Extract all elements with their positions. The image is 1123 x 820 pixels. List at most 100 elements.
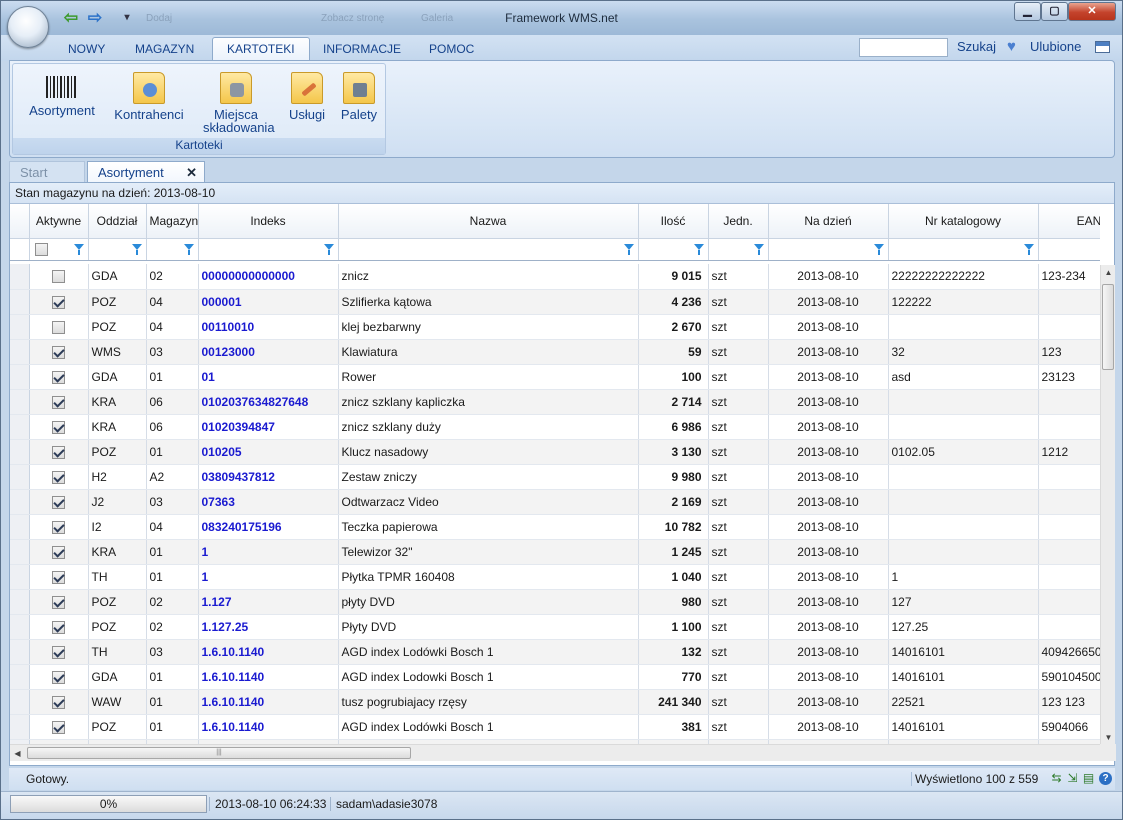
asortyment-button[interactable]: Asortyment [23, 68, 101, 117]
cell-aktywne[interactable] [29, 714, 89, 740]
tab-start[interactable]: Start [9, 161, 85, 182]
filter-nazwa[interactable] [338, 238, 639, 261]
active-checkbox[interactable] [52, 295, 65, 309]
application-menu-button[interactable] [7, 6, 49, 48]
column-header-nazwa[interactable]: Nazwa [338, 204, 639, 239]
active-checkbox[interactable] [52, 320, 65, 334]
tab-nowy[interactable]: NOWY [68, 42, 105, 56]
filter-na-dzien[interactable] [768, 238, 889, 261]
active-checkbox[interactable] [52, 345, 65, 359]
row-selector[interactable] [10, 339, 30, 365]
active-checkbox[interactable] [52, 520, 65, 534]
table-row[interactable]: POZ 01 1.6.10.1140 AGD index Lodówki Bosch … [10, 714, 1100, 740]
filter-checkbox[interactable] [34, 243, 48, 257]
active-checkbox[interactable] [52, 370, 65, 384]
cell-aktywne[interactable] [29, 364, 89, 390]
table-row[interactable]: TH 03 1.6.10.1140 AGD index Lodówki Bosch 1… [10, 639, 1100, 665]
tab-pomoc[interactable]: POMOC [429, 42, 474, 56]
row-selector[interactable] [10, 264, 30, 290]
cell-aktywne[interactable] [29, 514, 89, 540]
column-header-magazyn[interactable]: Magazyn [146, 204, 199, 239]
help-icon[interactable]: ? [1099, 772, 1112, 785]
cell-aktywne[interactable] [29, 264, 89, 290]
maximize-button[interactable]: ▢ [1041, 2, 1068, 21]
filter-icon[interactable] [131, 243, 142, 255]
horizontal-scroll-thumb[interactable]: ||| [27, 747, 411, 759]
cell-aktywne[interactable] [29, 689, 89, 715]
table-row[interactable]: POZ 04 00110010 klej bezbarwny 2 670 szt 2013-… [10, 314, 1100, 340]
column-header-ilosc[interactable]: Ilość [638, 204, 709, 239]
table-row[interactable]: H2 A2 03809437812 Zestaw zniczy 9 980 szt 2013… [10, 464, 1100, 490]
row-selector[interactable] [10, 489, 30, 515]
horizontal-scrollbar[interactable]: ◀ ||| [10, 744, 1100, 761]
vertical-scroll-thumb[interactable] [1102, 284, 1114, 370]
filter-icon[interactable] [623, 243, 634, 255]
cell-aktywne[interactable] [29, 314, 89, 340]
row-selector[interactable] [10, 664, 30, 690]
refresh-icon[interactable]: ⇆ [1050, 772, 1063, 785]
table-row[interactable]: J2 03 07363 Odtwarzacz Video 2 169 szt 2013-08… [10, 489, 1100, 515]
filter-aktywne[interactable] [29, 238, 89, 261]
cell-aktywne[interactable] [29, 439, 89, 465]
filter-jedn[interactable] [708, 238, 769, 261]
close-button[interactable]: ✕ [1068, 2, 1116, 21]
filter-icon[interactable] [1023, 243, 1034, 255]
cell-aktywne[interactable] [29, 539, 89, 565]
row-selector[interactable] [10, 364, 30, 390]
active-checkbox[interactable] [52, 620, 65, 634]
row-selector[interactable] [10, 639, 30, 665]
table-row[interactable]: KRA 01 1 Telewizor 32" 1 245 szt 2013-08-10 [10, 539, 1100, 565]
favorites-button[interactable]: Ulubione [1030, 39, 1081, 54]
filter-icon[interactable] [753, 243, 764, 255]
cell-aktywne[interactable] [29, 464, 89, 490]
row-selector[interactable] [10, 464, 30, 490]
table-row[interactable]: POZ 02 1.127.25 Płyty DVD 1 100 szt 2013-08-10… [10, 614, 1100, 640]
table-row[interactable]: GDA 02 00000000000000 znicz 9 015 szt 2013-08-… [10, 264, 1100, 290]
scroll-left-icon[interactable]: ◀ [10, 746, 25, 761]
active-checkbox[interactable] [52, 570, 65, 584]
active-checkbox[interactable] [52, 495, 65, 509]
active-checkbox[interactable] [52, 270, 65, 284]
row-selector[interactable] [10, 389, 30, 415]
minimize-button[interactable]: ▁ [1014, 2, 1041, 21]
table-row[interactable]: TH 01 1 Płytka TPMR 160408 1 040 szt 2013-08-1… [10, 564, 1100, 590]
tab-magazyn[interactable]: MAGAZYN [135, 42, 194, 56]
filter-icon[interactable] [73, 243, 84, 255]
column-header-jedn[interactable]: Jedn. [708, 204, 769, 239]
row-selector[interactable] [10, 514, 30, 540]
active-checkbox[interactable] [52, 595, 65, 609]
miejsca-skladowania-button[interactable]: Miejsca składowania [203, 68, 275, 134]
active-checkbox[interactable] [52, 695, 65, 709]
table-row[interactable]: WMS 03 00123000 Klawiatura 59 szt 2013-08-10 32… [10, 339, 1100, 365]
window-layout-icon[interactable] [1095, 41, 1110, 53]
active-checkbox[interactable] [52, 470, 65, 484]
export-icon[interactable]: ⇲ [1066, 772, 1079, 785]
cell-aktywne[interactable] [29, 339, 89, 365]
tab-asortyment[interactable]: Asortyment ✕ [87, 161, 205, 182]
close-tab-icon[interactable]: ✕ [186, 165, 197, 181]
scroll-up-icon[interactable]: ▲ [1101, 265, 1116, 280]
table-row[interactable]: POZ 01 010205 Klucz nasadowy 3 130 szt 2013-08… [10, 439, 1100, 465]
filter-indeks[interactable] [198, 238, 339, 261]
active-checkbox[interactable] [52, 645, 65, 659]
row-selector[interactable] [10, 564, 30, 590]
active-checkbox[interactable] [52, 720, 65, 734]
table-row[interactable]: KRA 06 01020394847 znicz szklany duży 6 986 s… [10, 414, 1100, 440]
palety-button[interactable]: Palety [337, 68, 381, 121]
column-header-indeks[interactable]: Indeks [198, 204, 339, 239]
cell-aktywne[interactable] [29, 639, 89, 665]
active-checkbox[interactable] [52, 395, 65, 409]
table-row[interactable]: POZ 02 1.127 płyty DVD 980 szt 2013-08-10 127 [10, 589, 1100, 615]
active-checkbox[interactable] [52, 445, 65, 459]
filter-magazyn[interactable] [146, 238, 199, 261]
search-button[interactable]: Szukaj [957, 39, 996, 54]
filter-oddzial[interactable] [88, 238, 147, 261]
tab-kartoteki[interactable]: KARTOTEKI [212, 37, 310, 62]
table-row[interactable]: GDA 01 01 Rower 100 szt 2013-08-10 asd 23123 [10, 364, 1100, 390]
column-header-aktywne[interactable]: Aktywne [29, 204, 89, 239]
vertical-scrollbar[interactable]: ▲ ▼ [1100, 265, 1115, 745]
active-checkbox[interactable] [52, 545, 65, 559]
search-input[interactable] [859, 38, 948, 57]
row-selector[interactable] [10, 614, 30, 640]
column-header-nr-katalogowy[interactable]: Nr katalogowy [888, 204, 1039, 239]
